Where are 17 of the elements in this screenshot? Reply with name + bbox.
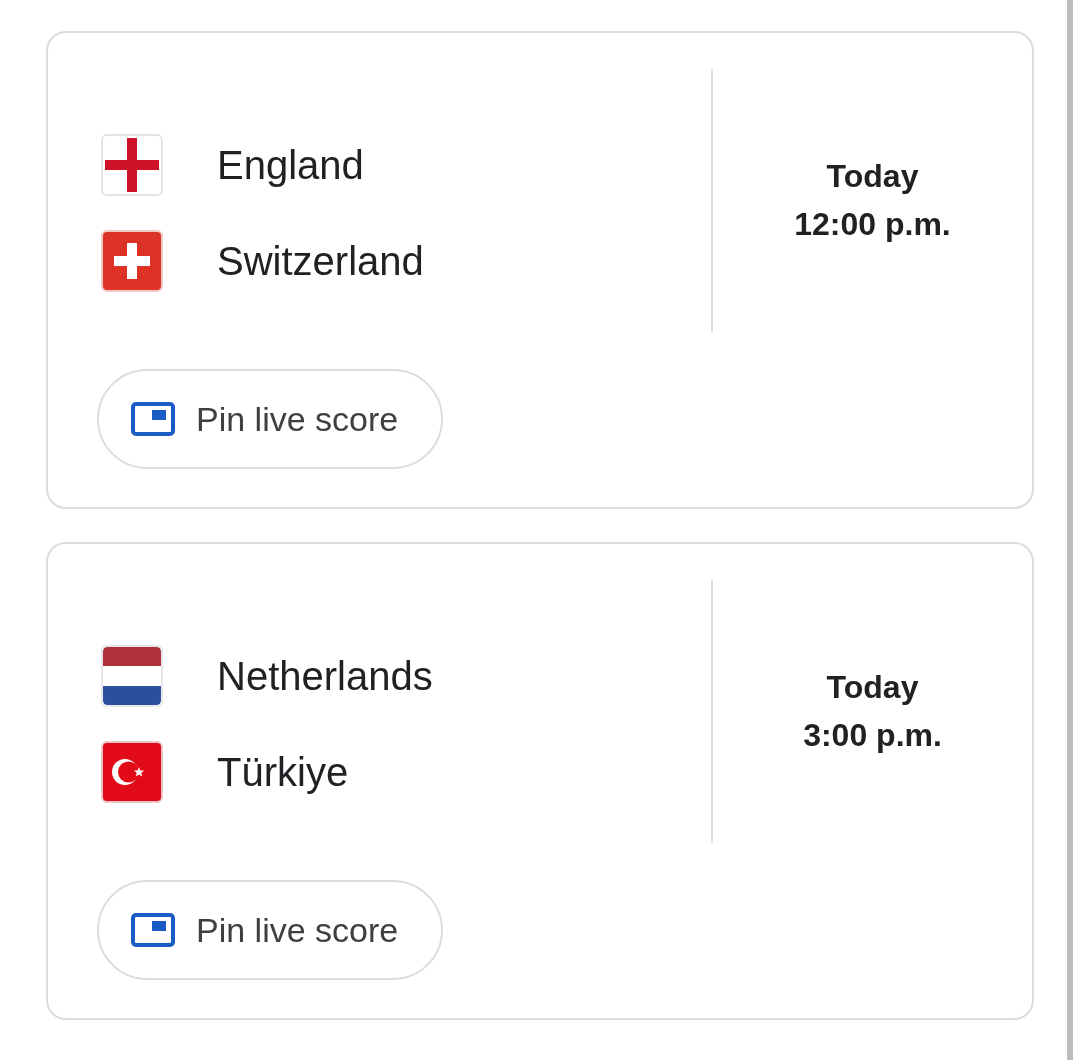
match-day: Today <box>826 151 919 200</box>
cross-flag-icon <box>101 134 163 196</box>
scrollbar[interactable] <box>1067 0 1073 1060</box>
match-time: 3:00 p.m. <box>803 715 942 755</box>
match-time: 12:00 p.m. <box>794 204 951 244</box>
team-name: Netherlands <box>217 653 433 700</box>
crescent-flag-icon <box>101 741 163 803</box>
small-cross-flag-icon <box>101 230 163 292</box>
match-day: Today <box>826 662 919 711</box>
tricolour-flag-icon <box>101 645 163 707</box>
team-name: Türkiye <box>217 749 349 796</box>
team-name: Switzerland <box>217 238 424 285</box>
pin-live-score-button[interactable]: Pin live score <box>97 880 443 980</box>
team-name: England <box>217 142 364 189</box>
picture-in-picture-icon <box>131 913 175 947</box>
picture-in-picture-icon <box>131 402 175 436</box>
pin-live-score-button[interactable]: Pin live score <box>97 369 443 469</box>
